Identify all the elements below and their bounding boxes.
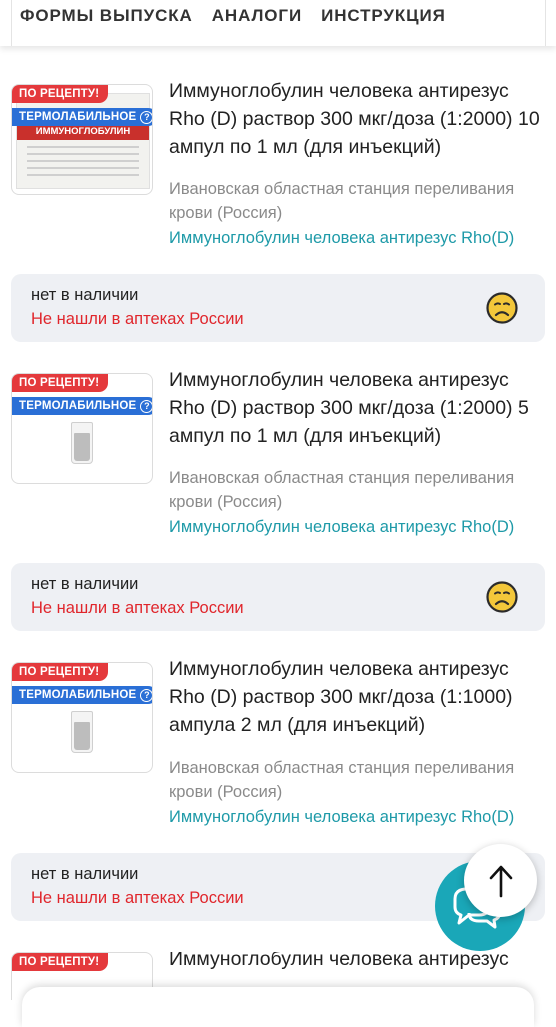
tab-forms[interactable]: ФОРМЫ ВЫПУСКА [20,6,193,26]
thermolabile-label: ТЕРМОЛАБИЛЬНОЕ [19,689,137,701]
prescription-badge: ПО РЕЦЕПТУ! [12,374,109,392]
tab-bar-right-edge [545,0,546,46]
tab-instructions[interactable]: ИНСТРУКЦИЯ [321,6,446,26]
product-title[interactable]: Иммуноглобулин человека антирезус [169,952,549,973]
question-icon[interactable]: ? [140,399,152,413]
product-card[interactable]: ИММУНОГЛОБУЛИН ПО РЕЦЕПТУ! ТЕРМОЛАБИЛЬНО… [0,80,556,274]
availability-panel: нет в наличии Не нашли в аптеках России [11,563,545,631]
arrow-up-icon [489,865,512,897]
product-box-text-lines [27,146,139,181]
prescription-badge: ПО РЕЦЕПТУ! [12,85,109,103]
product-box-label: ИММУНОГЛОБУЛИН [17,124,149,140]
availability-status: нет в наличии [31,286,139,304]
product-title[interactable]: Иммуноглобулин человека антирезус Rho (D… [169,366,549,450]
product-manufacturer: Ивановская областная станция переливания… [169,469,515,511]
vial-placeholder-icon [71,711,93,753]
product-manufacturer: Ивановская областная станция переливания… [169,180,515,222]
product-image[interactable]: ПО РЕЦЕПТУ! ТЕРМОЛАБИЛЬНОЕ ? [11,662,153,773]
scroll-top-button[interactable] [464,844,537,917]
product-card[interactable]: ПО РЕЦЕПТУ! ТЕРМОЛАБИЛЬНОЕ ? Иммуноглобу… [0,658,556,852]
sad-face-icon [486,581,518,613]
question-icon[interactable]: ? [140,688,152,702]
product-inn-link[interactable]: Иммуноглобулин человека антирезус Rho(D) [169,516,549,538]
vial-placeholder-icon [71,422,93,464]
availability-status: нет в наличии [31,865,139,883]
tab-analogs[interactable]: АНАЛОГИ [212,6,302,26]
question-icon[interactable]: ? [140,110,152,124]
thermolabile-label: ТЕРМОЛАБИЛЬНОЕ [19,400,137,412]
prescription-badge: ПО РЕЦЕПТУ! [12,953,109,971]
product-image[interactable]: ИММУНОГЛОБУЛИН ПО РЕЦЕПТУ! ТЕРМОЛАБИЛЬНО… [11,84,153,195]
prescription-badge: ПО РЕЦЕПТУ! [12,663,109,681]
availability-message: Не нашли в аптеках России [31,889,244,907]
thermolabile-badge[interactable]: ТЕРМОЛАБИЛЬНОЕ ? [12,397,152,415]
thermolabile-badge[interactable]: ТЕРМОЛАБИЛЬНОЕ ? [12,108,152,126]
product-card[interactable]: ПО РЕЦЕПТУ! ТЕРМОЛАБИЛЬНОЕ ? Иммуноглобу… [0,369,556,563]
thermolabile-label: ТЕРМОЛАБИЛЬНОЕ [19,111,137,123]
thermolabile-badge[interactable]: ТЕРМОЛАБИЛЬНОЕ ? [12,686,152,704]
product-inn-link[interactable]: Иммуноглобулин человека антирезус Rho(D) [169,806,549,828]
bottom-sheet[interactable] [22,987,534,1027]
availability-status: нет в наличии [31,575,139,593]
availability-message: Не нашли в аптеках России [31,310,244,328]
product-title[interactable]: Иммуноглобулин человека антирезус Rho (D… [169,77,549,161]
sad-face-icon [486,292,518,324]
product-inn-link[interactable]: Иммуноглобулин человека антирезус Rho(D) [169,227,549,249]
product-title[interactable]: Иммуноглобулин человека антирезус Rho (D… [169,655,549,739]
tab-bar-left-edge [0,0,12,46]
availability-panel: нет в наличии Не нашли в аптеках России [11,274,545,342]
product-manufacturer: Ивановская областная станция переливания… [169,759,515,801]
tab-list: ФОРМЫ ВЫПУСКА АНАЛОГИ ИНСТРУКЦИЯ [20,6,446,26]
availability-message: Не нашли в аптеках России [31,599,244,617]
top-tab-bar: ФОРМЫ ВЫПУСКА АНАЛОГИ ИНСТРУКЦИЯ [0,0,556,46]
product-image[interactable]: ПО РЕЦЕПТУ! ТЕРМОЛАБИЛЬНОЕ ? [11,373,153,484]
